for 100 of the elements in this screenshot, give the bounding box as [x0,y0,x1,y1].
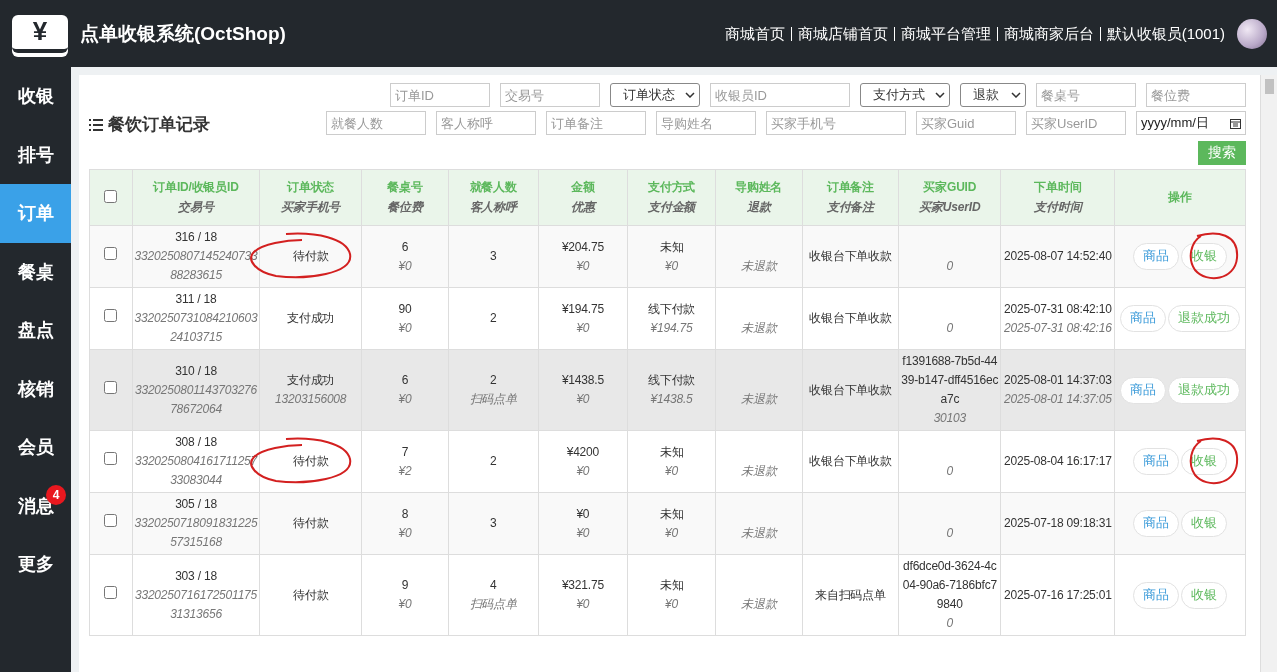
column-header: 导购姓名 [734,179,784,196]
table-row[interactable]: 305 / 18 332025071809183122557315168 待付款 8 ¥0 3 ¥0 ¥0 未知 ¥0 未退款 0 2025-07-18 09:18:31 商品 收银 [89,492,1246,555]
nav-link[interactable]: 商城首页 [718,26,791,41]
cell-text: 90 [397,300,413,318]
cell-text: 9 [400,577,410,594]
filter-field[interactable]: 交易号 [500,83,600,107]
cell-subtext: 0 [945,615,955,632]
nav-link[interactable]: 商城商家后台 [996,26,1100,41]
cell-text: 2025-07-16 17:25:01 [1003,586,1113,604]
filter-field[interactable]: 导购姓名 [656,111,756,135]
cell-text: 未知 [658,505,685,523]
cell-text: 来自扫码点单 [814,586,887,604]
column-header: 金额 [570,179,596,196]
cell-subtext: ¥194.75 [649,319,694,337]
cell-text: 待付款 [292,453,330,470]
filter-field[interactable]: 收银员ID [710,83,850,107]
filter-dropdown[interactable]: 支付方式 [860,83,950,107]
column-subheader: 餐位费 [386,199,425,216]
calendar-icon [1230,117,1241,129]
sidebar-item[interactable]: 核销 [0,359,71,418]
nav-link[interactable]: 商城店铺首页 [790,26,894,41]
cell-subtext: ¥0 [397,257,413,275]
filter-field[interactable]: 订单ID [390,83,490,107]
cell-text: 支付成功 [286,310,336,327]
avatar[interactable] [1237,18,1267,49]
filter-field[interactable]: 餐桌号 [1036,83,1136,107]
checkbox[interactable] [104,452,118,465]
checkbox[interactable] [104,514,118,527]
cell-subtext: 未退款 [740,257,779,275]
cell-subtext: ¥0 [575,596,591,613]
cell-text: 3 [488,515,498,532]
filter-dropdown[interactable]: 退款 [960,83,1026,107]
filter-field[interactable]: 客人称呼 [436,111,536,135]
cell-text: 7 [400,443,410,461]
filter-field[interactable]: 买家Guid [916,111,1016,135]
cell-subtext: 13203156008 [274,391,348,408]
cell-text: ¥1438.5 [560,372,605,389]
checkbox[interactable] [104,309,118,322]
cell-subtext: ¥0 [664,462,679,480]
cell-subtext: ¥0 [397,391,413,408]
column-subheader: 支付时间 [1033,199,1085,216]
sidebar-item[interactable]: 餐桌 [0,242,71,301]
column-header: 就餐人数 [468,179,518,196]
cell-subtext: ¥1438.5 [649,391,694,408]
cell-subtext: ¥2 [397,462,413,480]
cell-text: 316 / 18 [174,229,218,246]
cell-text: 2 [488,372,498,389]
column-header: 买家GUID [922,179,978,196]
cell-text: 未知 [658,577,685,594]
filter-field[interactable]: 订单备注 [546,111,646,135]
column-subheader: 支付金额 [646,199,698,216]
cell-subtext: 30103 [932,410,967,427]
column-subheader: 交易号 [177,199,216,216]
list-icon [89,118,103,131]
nav-link[interactable]: 商城平台管理 [893,26,997,41]
sidebar-item[interactable]: 排号 [0,125,71,184]
cell-subtext: 0 [945,462,955,480]
sidebar-item[interactable]: 更多 [0,535,71,594]
nav-link[interactable]: 默认收银员(1001) [1099,26,1231,41]
app-title: 点单收银系统(OctShop) [80,21,286,46]
cell-subtext: ¥0 [575,524,591,542]
cell-text: df6dce0d-3624-4c04-90a6-7186bfc79840 [901,558,998,613]
column-subheader: 客人称呼 [468,199,519,216]
checkbox[interactable] [104,189,118,203]
checkbox[interactable] [104,380,118,394]
cell-text: 2 [488,453,498,470]
cell-text: 311 / 18 [174,291,218,308]
cell-subtext: 0 [945,524,955,542]
cell-text: ¥204.75 [560,238,605,256]
column-header: 订单状态 [285,179,336,196]
sidebar-item[interactable]: 会员 [0,418,71,477]
column-subheader: 优惠 [570,199,598,216]
cell-text: 未知 [658,443,685,461]
cell-text: 线下付款 [646,300,697,318]
filter-field[interactable]: 买家手机号 [766,111,906,135]
cell-subtext: 扫码点单 [468,391,518,408]
column-header: 餐桌号 [386,179,424,196]
checkbox[interactable] [104,247,118,260]
chevron-down-icon [685,92,695,98]
table-row[interactable]: 311 / 18 332025073108421060324103715 支付成功 90 ¥0 2 ¥194.75 ¥0 线下付款 ¥194.75 未退款 收银台下单收款 0 2025-07-31 08:42:10 2025-07-31 08:42:16 商品 退款成功 [89,287,1246,350]
cell-text: 待付款 [292,248,330,265]
cell-text: 2025-08-07 14:52:40 [1003,248,1113,265]
cell-subtext: ¥0 [664,257,679,275]
filter-field[interactable]: 就餐人数 [326,111,426,135]
date-field[interactable]: yyyy/mm/日 [1136,111,1246,135]
cell-subtext: ¥0 [664,596,679,613]
filter-field[interactable]: 餐位费 [1146,83,1246,107]
filter-field[interactable]: 买家UserID [1026,111,1126,135]
cell-subtext: ¥0 [664,524,679,542]
cell-text: 支付成功 [286,372,336,389]
checkbox[interactable] [104,585,118,599]
panel-title: 餐饮订单记录 [108,114,210,136]
cell-subtext: 0 [945,319,955,337]
sidebar-item[interactable]: 收银 [0,67,71,126]
cell-text: 6 [400,372,410,389]
filter-dropdown[interactable]: 订单状态 [610,83,700,107]
sidebar-item[interactable]: 盘点 [0,301,71,360]
column-subheader: 买家手机号 [280,199,342,216]
cell-text: ¥0 [575,505,591,523]
cell-subtext: 未退款 [740,596,779,613]
